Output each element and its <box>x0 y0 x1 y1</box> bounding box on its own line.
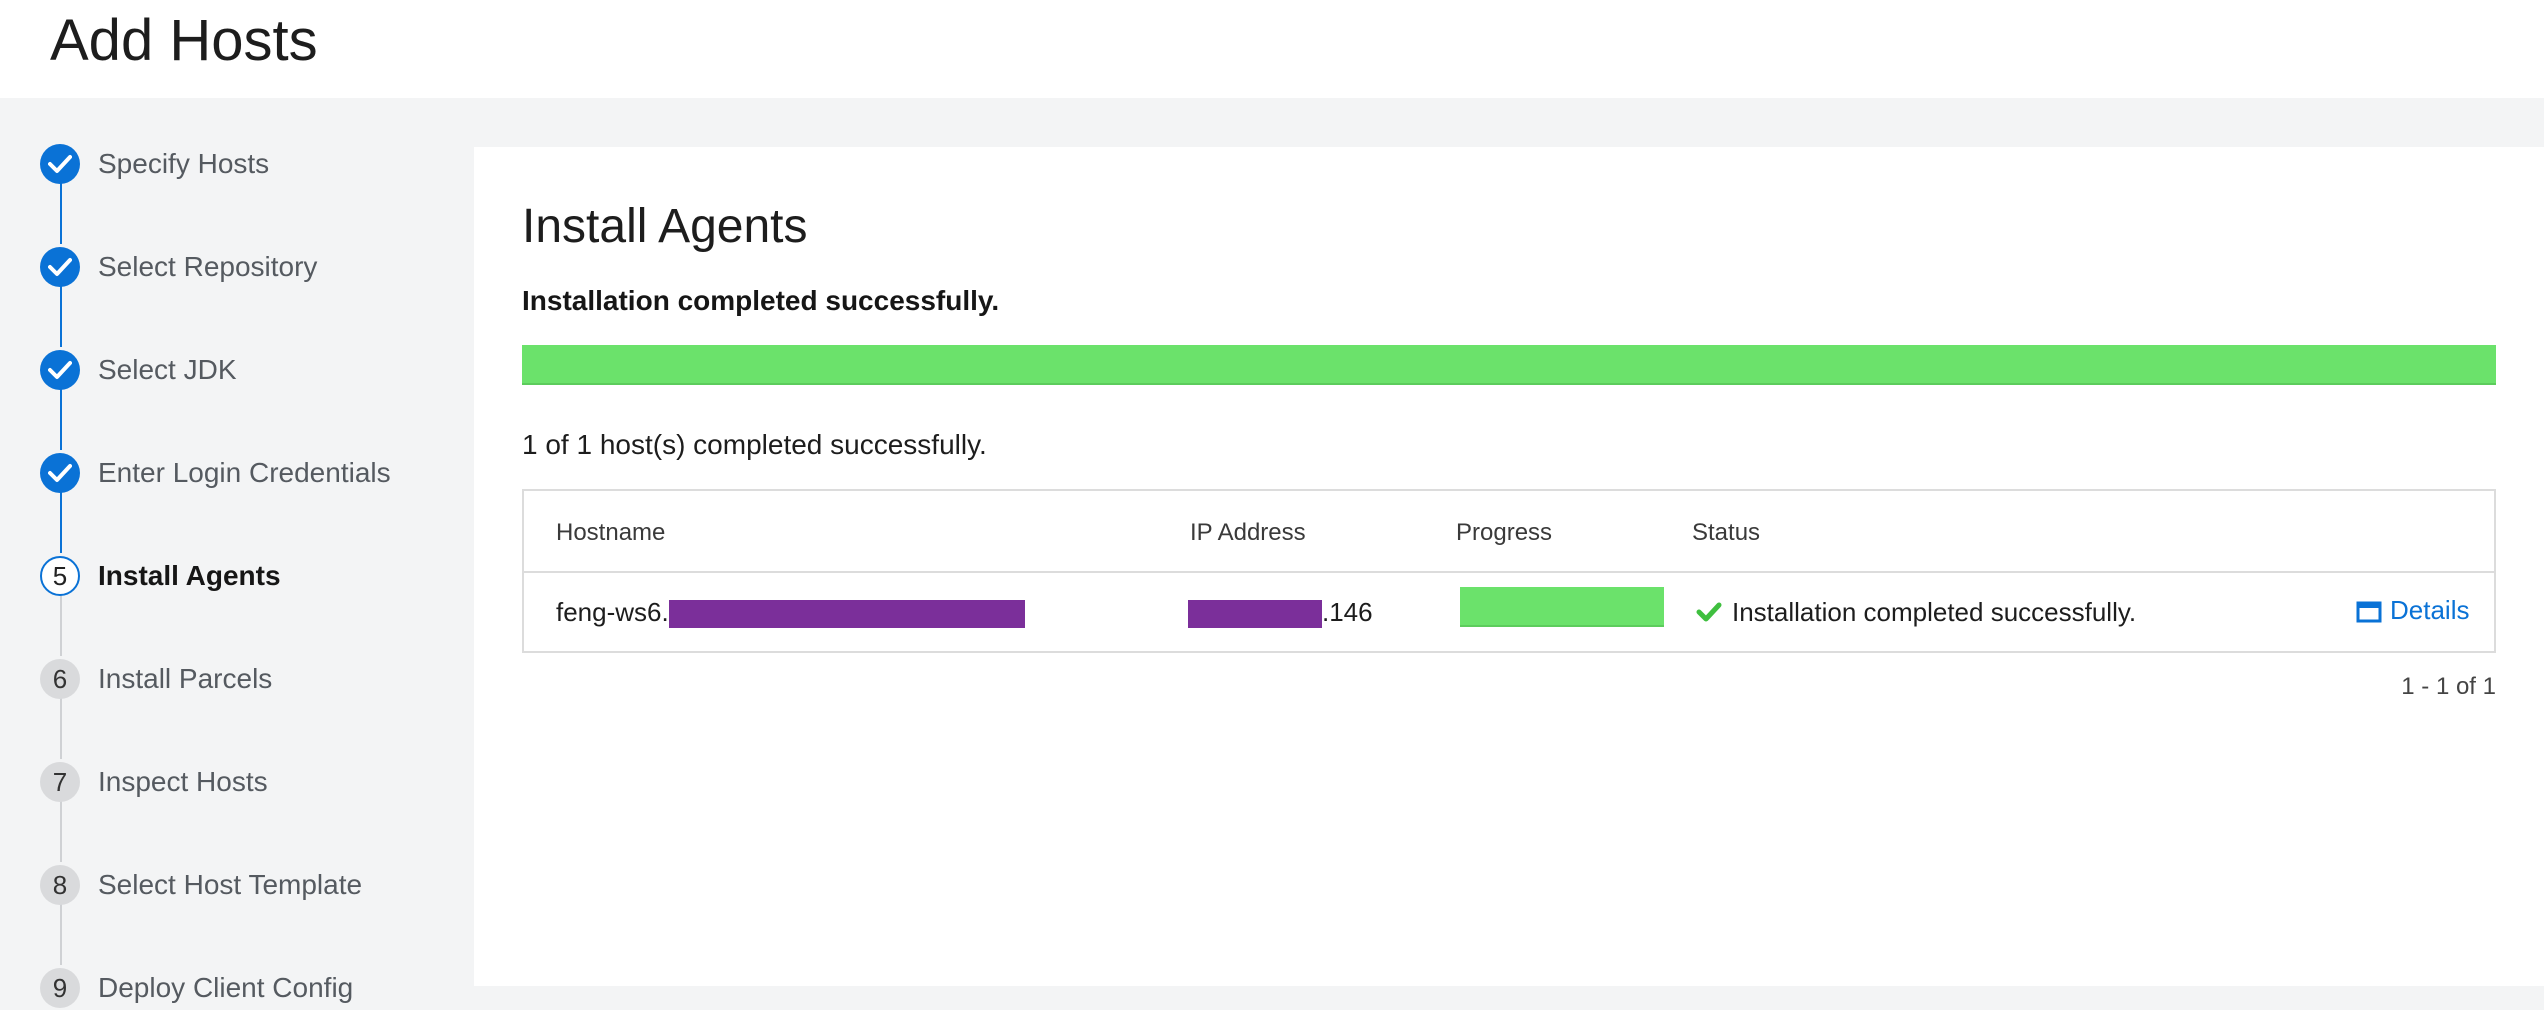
host-progress-bar <box>1460 587 1664 627</box>
step-install-agents[interactable]: 5 Install Agents <box>40 554 470 598</box>
table-header: Hostname IP Address Progress Status <box>524 491 2494 573</box>
pagination-info: 1 - 1 of 1 <box>2401 673 2496 700</box>
step-select-host-template[interactable]: 8 Select Host Template <box>40 863 470 907</box>
step-select-jdk[interactable]: Select JDK <box>40 348 470 392</box>
step-connector <box>60 697 62 759</box>
hostname-text: feng-ws6. <box>556 597 669 627</box>
section-title: Install Agents <box>522 200 808 253</box>
page-title: Add Hosts <box>50 8 318 73</box>
redaction-block <box>668 600 1025 629</box>
ip-address-cell: .146 <box>1188 597 1373 629</box>
step-connector <box>60 594 62 656</box>
install-status-heading: Installation completed successfully. <box>522 285 1000 316</box>
step-label: Select JDK <box>98 354 237 385</box>
details-link[interactable]: Details <box>2356 595 2469 626</box>
step-inspect-hosts[interactable]: 7 Inspect Hosts <box>40 760 470 804</box>
step-connector <box>60 800 62 862</box>
step-install-parcels[interactable]: 6 Install Parcels <box>40 657 470 701</box>
step-number: 7 <box>40 762 80 802</box>
step-label: Install Parcels <box>98 663 273 694</box>
step-label: Enter Login Credentials <box>98 457 391 488</box>
step-connector <box>60 285 62 347</box>
step-label: Deploy Client Config <box>98 972 354 1003</box>
host-progress-fill <box>1460 587 1664 627</box>
table-row: feng-ws6. .146 Installation completed su… <box>524 573 2494 651</box>
check-icon <box>40 350 80 390</box>
step-number: 5 <box>40 556 80 596</box>
ip-address-text: .146 <box>1322 597 1373 627</box>
step-label: Specify Hosts <box>98 148 270 179</box>
redaction-block <box>1188 600 1322 629</box>
hostname-cell: feng-ws6. <box>556 597 1025 629</box>
hosts-table: Hostname IP Address Progress Status feng… <box>522 489 2496 653</box>
step-deploy-client-config[interactable]: 9 Deploy Client Config <box>40 966 470 1010</box>
step-specify-hosts[interactable]: Specify Hosts <box>40 142 470 186</box>
column-header-ip-address: IP Address <box>1190 519 1306 546</box>
step-connector <box>60 388 62 450</box>
step-connector <box>60 491 62 553</box>
window-icon <box>2356 595 2390 625</box>
step-label: Select Host Template <box>98 869 363 900</box>
step-label: Install Agents <box>98 560 281 591</box>
hosts-summary: 1 of 1 host(s) completed successfully. <box>522 429 987 460</box>
check-icon <box>40 144 80 184</box>
column-header-status: Status <box>1692 519 1761 546</box>
step-select-repository[interactable]: Select Repository <box>40 245 470 289</box>
check-icon <box>40 247 80 287</box>
step-number: 9 <box>40 968 80 1008</box>
status-text: Installation completed successfully. <box>1732 597 2137 627</box>
status-cell: Installation completed successfully. <box>1696 597 2136 630</box>
check-icon <box>40 453 80 493</box>
wizard-sidebar: Specify Hosts Select Repository Select J… <box>0 98 474 1008</box>
step-label: Inspect Hosts <box>98 766 268 797</box>
column-header-hostname: Hostname <box>556 519 666 546</box>
step-connector <box>60 903 62 965</box>
step-label: Select Repository <box>98 251 318 282</box>
step-number: 6 <box>40 659 80 699</box>
step-enter-login-credentials[interactable]: Enter Login Credentials <box>40 451 470 495</box>
overall-progress-fill <box>522 345 2496 385</box>
step-number: 8 <box>40 865 80 905</box>
details-label: Details <box>2390 595 2470 625</box>
page-header: Add Hosts <box>0 0 2544 98</box>
check-icon <box>1696 599 1722 630</box>
overall-progress-bar <box>522 345 2496 385</box>
column-header-progress: Progress <box>1456 519 1553 546</box>
step-connector <box>60 182 62 244</box>
main-panel: Install Agents Installation completed su… <box>474 147 2544 986</box>
